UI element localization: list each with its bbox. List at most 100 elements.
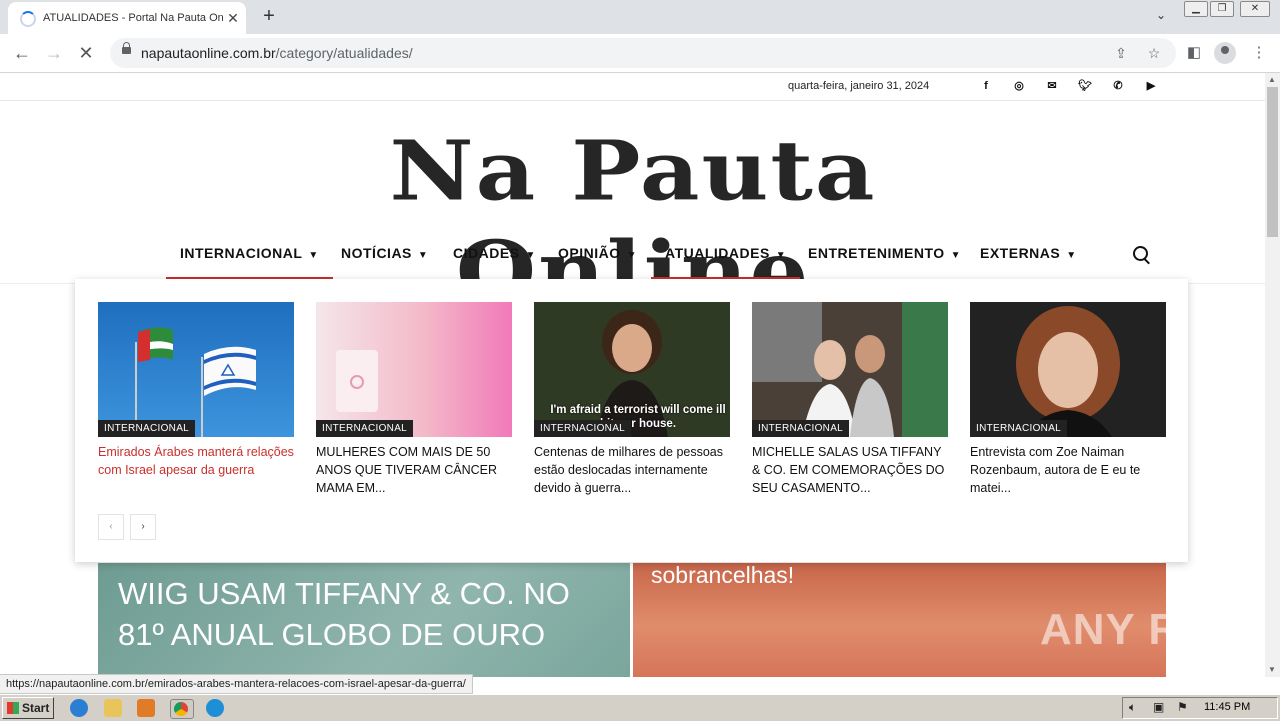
hero-right-title[interactable]: sobrancelhas! (651, 562, 794, 589)
menu-kebab-icon[interactable]: ⋮ (1248, 42, 1270, 64)
nav-label: CIDADES (453, 245, 520, 261)
nav-label: ENTRETENIMENTO (808, 245, 945, 261)
watermark: ANY RUN (1040, 605, 1247, 654)
mega-menu-card[interactable]: INTERNACIONAL MULHERES COM MAIS DE 50 AN… (316, 302, 512, 502)
mail-icon[interactable]: ✉ (1043, 78, 1061, 94)
nav-item-noticias[interactable]: NOTÍCIAS ▼ (341, 245, 428, 277)
back-button[interactable]: ← (10, 42, 34, 66)
category-badge[interactable]: INTERNACIONAL (98, 420, 196, 437)
volume-icon[interactable]: 🔈︎ (1129, 700, 1136, 715)
mega-menu-dropdown: INTERNACIONAL Emirados Árabes manterá re… (75, 279, 1188, 562)
hero-article-left[interactable]: WIIG USAM TIFFANY & CO. NO 81º ANUAL GLO… (98, 563, 630, 677)
twitter-icon[interactable]: 🐦︎ (1076, 78, 1094, 94)
system-tray: 🔈︎ ▣ ⚑ (1122, 697, 1278, 719)
nav-label: ATUALIDADES (665, 245, 770, 261)
category-badge[interactable]: INTERNACIONAL (752, 420, 850, 437)
taskbar: Start 🔈︎ ▣ ⚑ 11:45 PM (0, 694, 1280, 721)
prev-page-button[interactable]: ‹ (98, 514, 124, 540)
facebook-icon[interactable]: f (977, 78, 995, 94)
url-text[interactable]: napautaonline.com.br/category/atualidade… (141, 45, 413, 61)
youtube-icon[interactable]: ▶ (1142, 78, 1160, 94)
profile-avatar[interactable] (1214, 42, 1236, 64)
mega-menu-card[interactable]: INTERNACIONAL MICHELLE SALAS USA TIFFANY… (752, 302, 948, 502)
whatsapp-icon[interactable]: ✆ (1109, 78, 1127, 94)
tab-search-chevron-icon[interactable]: ⌄ (1152, 8, 1170, 26)
lock-icon[interactable] (122, 42, 131, 54)
mega-menu-card[interactable]: I'm afraid a terrorist will come ill hit… (534, 302, 730, 502)
chevron-down-icon: ▼ (775, 250, 787, 261)
instagram-icon[interactable]: ◎ (1010, 78, 1028, 94)
nav-item-entretenimento[interactable]: ENTRETENIMENTO ▼ (808, 245, 961, 277)
current-date: quarta-feira, janeiro 31, 2024 (788, 80, 930, 92)
url-path: /category/atualidades/ (275, 45, 413, 61)
chevron-down-icon: ▼ (1066, 250, 1077, 261)
explorer-folder-icon[interactable] (104, 699, 122, 717)
article-thumbnail[interactable] (752, 302, 948, 437)
article-thumbnail[interactable]: I'm afraid a terrorist will come ill hit… (534, 302, 730, 437)
nav-label: OPINIÃO (558, 245, 621, 261)
edge-icon[interactable] (206, 699, 224, 717)
chevron-down-icon: ▼ (525, 250, 536, 261)
forward-button[interactable]: → (42, 42, 66, 66)
browser-toolbar: ← → ✕ napautaonline.com.br/category/atua… (0, 34, 1280, 73)
chrome-taskbar-button[interactable] (170, 699, 194, 719)
minimize-button[interactable]: ▁ (1184, 1, 1208, 17)
chevron-down-icon: ▼ (626, 250, 638, 261)
article-thumbnail[interactable] (316, 302, 512, 437)
tab-title: ATUALIDADES - Portal Na Pauta Online (43, 12, 223, 24)
site-topbar: quarta-feira, janeiro 31, 2024 f ◎ ✉ 🐦︎ … (0, 73, 1265, 101)
nav-item-opiniao[interactable]: OPINIÃO ▼ (558, 245, 637, 277)
url-host: napautaonline.com.br (141, 45, 276, 61)
tab-strip: ATUALIDADES - Portal Na Pauta Online ✕ +… (0, 0, 1280, 34)
main-nav: INTERNACIONAL ▼ NOTÍCIAS ▼ CIDADES ▼ OPINIÃ… (0, 233, 1265, 284)
start-button[interactable]: Start (2, 697, 54, 719)
bookmark-star-icon[interactable]: ☆ (1144, 43, 1164, 63)
card-title[interactable]: MICHELLE SALAS USA TIFFANY & CO. EM COME… (752, 443, 948, 497)
search-icon[interactable] (1132, 245, 1154, 267)
chevron-down-icon: ▼ (417, 250, 429, 261)
nav-label: EXTERNAS (980, 245, 1061, 261)
site-logo[interactable]: Na Pauta Online (230, 109, 1036, 320)
stop-button[interactable]: ✕ (74, 42, 98, 66)
card-title[interactable]: Entrevista com Zoe Naiman Rozenbaum, aut… (970, 443, 1166, 497)
restore-button[interactable]: ❐ (1210, 1, 1234, 17)
chevron-down-icon: ▼ (950, 250, 962, 261)
category-badge[interactable]: INTERNACIONAL (534, 420, 632, 437)
category-badge[interactable]: INTERNACIONAL (970, 420, 1068, 437)
tab-close-icon[interactable]: ✕ (224, 9, 242, 27)
link-status-bar: https://napautaonline.com.br/emirados-ar… (0, 674, 473, 694)
new-tab-button[interactable]: + (258, 6, 280, 28)
scroll-down-icon[interactable]: ▼ (1268, 665, 1276, 674)
share-icon[interactable]: ⇪ (1111, 43, 1131, 63)
ie-icon[interactable] (70, 699, 88, 717)
media-player-icon[interactable] (137, 699, 155, 717)
action-center-flag-icon[interactable]: ⚑ (1177, 700, 1188, 714)
article-thumbnail[interactable] (98, 302, 294, 437)
scroll-thumb[interactable] (1267, 87, 1278, 237)
nav-item-cidades[interactable]: CIDADES ▼ (453, 245, 536, 277)
mega-menu-card[interactable]: INTERNACIONAL Entrevista com Zoe Naiman … (970, 302, 1166, 502)
nav-item-atualidades[interactable]: ATUALIDADES ▼ (651, 245, 801, 280)
hero-left-title[interactable]: WIIG USAM TIFFANY & CO. NO 81º ANUAL GLO… (118, 573, 618, 655)
browser-tab[interactable]: ATUALIDADES - Portal Na Pauta Online ✕ (8, 2, 246, 34)
nav-label: INTERNACIONAL (180, 245, 303, 261)
close-window-button[interactable]: ✕ (1240, 1, 1270, 17)
network-icon[interactable]: ▣ (1153, 700, 1164, 714)
address-bar[interactable]: napautaonline.com.br/category/atualidade… (110, 38, 1176, 68)
category-badge[interactable]: INTERNACIONAL (316, 420, 414, 437)
page-scrollbar[interactable]: ▲ ▼ (1265, 73, 1280, 677)
nav-item-externas[interactable]: EXTERNAS ▼ (980, 245, 1077, 277)
side-panel-icon[interactable]: ◧ (1183, 42, 1205, 64)
web-page: quarta-feira, janeiro 31, 2024 f ◎ ✉ 🐦︎ … (0, 73, 1265, 677)
scroll-up-icon[interactable]: ▲ (1268, 75, 1276, 84)
card-title[interactable]: Emirados Árabes manterá relações com Isr… (98, 443, 294, 479)
nav-item-internacional[interactable]: INTERNACIONAL ▼ (166, 245, 333, 280)
card-title[interactable]: MULHERES COM MAIS DE 50 ANOS QUE TIVERAM… (316, 443, 512, 497)
taskbar-clock[interactable]: 11:45 PM (1204, 701, 1250, 713)
card-title[interactable]: Centenas de milhares de pessoas estão de… (534, 443, 730, 497)
article-thumbnail[interactable] (970, 302, 1166, 437)
next-page-button[interactable]: › (130, 514, 156, 540)
nav-label: NOTÍCIAS (341, 245, 412, 261)
start-label: Start (22, 701, 50, 715)
mega-menu-card[interactable]: INTERNACIONAL Emirados Árabes manterá re… (98, 302, 294, 502)
